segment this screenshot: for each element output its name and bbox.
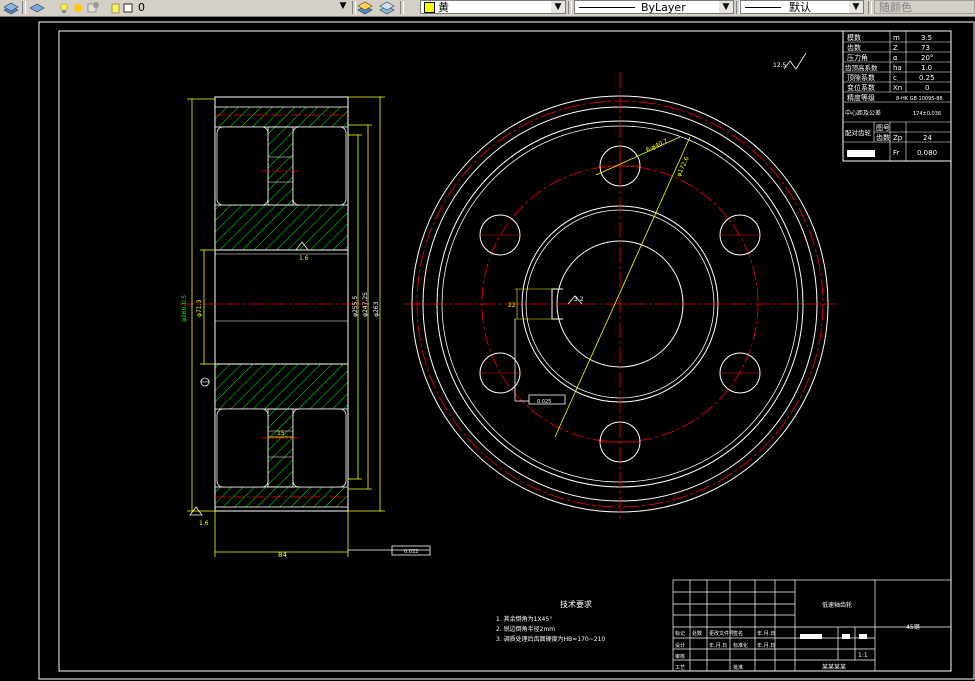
mating-label-1: 齿数 <box>876 133 890 142</box>
tb-label-design: 设计 <box>675 642 685 649</box>
chevron-down-icon[interactable]: ▼ <box>719 1 733 13</box>
tb-scale: 1:1 <box>858 652 868 659</box>
technical-requirements: 技术要求 1. 其余倒角为1X45° 2. 锐边倒角半径2mm 3. 调质处理后… <box>496 599 605 643</box>
tech-item-2: 2. 锐边倒角半径2mm <box>496 625 555 633</box>
param-blank-fill <box>847 150 875 157</box>
param-val-5: 0 <box>925 84 929 92</box>
param-label-2: 压力角 <box>847 53 868 62</box>
section-view <box>180 96 431 557</box>
roughness-symbol-icon <box>783 52 807 70</box>
tb-fill-mark-2 <box>842 634 850 639</box>
right-diameter-1: φ255.5 <box>352 296 359 317</box>
left-diameter-2: φ71.3 <box>196 300 203 318</box>
tb-date-1: 年.月.日 <box>709 642 727 649</box>
tb-label-mark: 标记 <box>675 630 685 637</box>
param-sym-3: ha <box>893 64 902 72</box>
param-val-3: 1.0 <box>921 64 932 72</box>
left-diameter-1: φ260-0.5 <box>181 295 188 322</box>
roughness-default: 12.5 <box>773 62 787 69</box>
mating-label-0: 图号 <box>876 124 890 132</box>
make-current-layer-icon[interactable] <box>356 0 374 15</box>
param-label-6: 精度等级 <box>847 93 875 102</box>
param-val-6: 8-HK GB 10095-88 <box>896 96 943 102</box>
inner-frame <box>58 30 952 672</box>
tb-label-approve: 批准 <box>733 664 743 671</box>
linetype-value: ByLayer <box>641 0 686 14</box>
hole-diameter-label: 6-φ40.7 <box>645 138 669 154</box>
drawing-canvas[interactable]: 1.6 1.6 84 15 0.022 φ260-0.5 φ71.3 φ255.… <box>0 17 975 681</box>
tb-date-2: 年.月.日 <box>757 642 775 649</box>
param-val-4: 0.25 <box>919 74 935 82</box>
chevron-down-icon[interactable]: ▼ <box>551 1 565 13</box>
right-diameter-2: φ247.25 <box>362 292 369 317</box>
tb-label-standard: 标准化 <box>733 642 748 649</box>
param-val-0: 3.5 <box>921 34 932 42</box>
tolerance-left: 0.022 <box>404 549 418 555</box>
front-view <box>405 72 835 522</box>
width-dimension: 84 <box>278 551 287 559</box>
color-value: 黄 <box>438 1 449 14</box>
tb-label-count: 处数 <box>692 630 702 637</box>
tb-fill-mark <box>800 634 822 639</box>
lineweight-dropdown[interactable]: 默认 ▼ <box>740 0 864 14</box>
param-label-5: 变位系数 <box>847 83 875 92</box>
tb-part-name: 低速轴齿轮 <box>822 601 852 609</box>
tb-label-date: 年.月.日 <box>757 630 775 637</box>
roughness-key-label: 3.2 <box>574 296 584 303</box>
plotstyle-dropdown: 随颜色 <box>874 0 975 14</box>
param-sym-1: Z <box>893 44 898 52</box>
web-dimension: 15 <box>277 430 285 437</box>
param-label-1: 齿数 <box>847 43 861 52</box>
linetype-dropdown[interactable]: ByLayer ▼ <box>574 0 734 14</box>
param-val-7: 174±0.036 <box>913 111 941 117</box>
param-val-2: 20° <box>921 54 933 62</box>
roughness-label-bottom: 1.6 <box>199 520 209 527</box>
plotstyle-value: 随颜色 <box>879 1 912 14</box>
tb-label-sign: 签名 <box>733 630 743 637</box>
tolerance-right: 0.025 <box>537 399 551 405</box>
color-dropdown[interactable]: 黄 ▼ <box>420 0 566 14</box>
layer-state-icons[interactable] <box>26 0 136 15</box>
key-width-label: 22 <box>508 302 516 309</box>
layer-dropdown[interactable]: 0 ▼ <box>136 0 350 14</box>
tb-company: 某某某某 <box>822 664 846 671</box>
tech-item-1: 1. 其余倒角为1X45° <box>496 615 552 623</box>
tech-title: 技术要求 <box>560 599 592 609</box>
layer-value: 0 <box>138 0 145 14</box>
tb-label-process: 工艺 <box>675 665 685 671</box>
layer-previous-icon[interactable] <box>378 0 396 15</box>
tb-label-check: 审核 <box>675 653 685 660</box>
tb-fill-mark-3 <box>859 634 867 639</box>
hole-pcd-label: φ172.6 <box>675 156 690 178</box>
roughness-label-web: 1.6 <box>299 255 309 262</box>
mating-sym-1: Zp <box>893 134 903 142</box>
param-label-3: 齿顶高系数 <box>845 63 878 72</box>
color-swatch <box>424 1 435 13</box>
chevron-down-icon[interactable]: ▼ <box>336 0 350 12</box>
tech-item-3: 3. 调质处理后齿面硬度为HB=170~210 <box>496 635 605 643</box>
last-row-sym: Fr <box>893 149 900 157</box>
right-diameter-3: φ263 <box>373 301 380 317</box>
mating-val-1: 24 <box>923 134 932 142</box>
properties-toolbar: 0 ▼ 黄 ▼ ByLayer ▼ 默认 ▼ 随颜色 <box>0 0 975 17</box>
tb-material: 45钢 <box>906 623 920 631</box>
last-row-val: 0.080 <box>917 149 937 157</box>
param-sym-0: m <box>893 34 900 42</box>
param-label-4: 顶隙系数 <box>847 73 875 82</box>
tb-label-zone: 更改文件号 <box>709 630 734 637</box>
lineweight-value: 默认 <box>789 1 811 14</box>
param-sym-4: c <box>893 74 897 82</box>
mating-label: 配对齿轮 <box>845 128 872 137</box>
layer-manager-icon[interactable] <box>2 0 20 15</box>
chevron-down-icon[interactable]: ▼ <box>849 1 863 13</box>
param-label-7: 中心距及公差 <box>845 109 881 117</box>
outer-frame <box>38 21 975 680</box>
param-sym-5: Xn <box>893 84 902 92</box>
param-sym-2: α <box>893 54 898 62</box>
param-label-0: 模数 <box>847 33 861 42</box>
param-val-1: 73 <box>921 44 930 52</box>
